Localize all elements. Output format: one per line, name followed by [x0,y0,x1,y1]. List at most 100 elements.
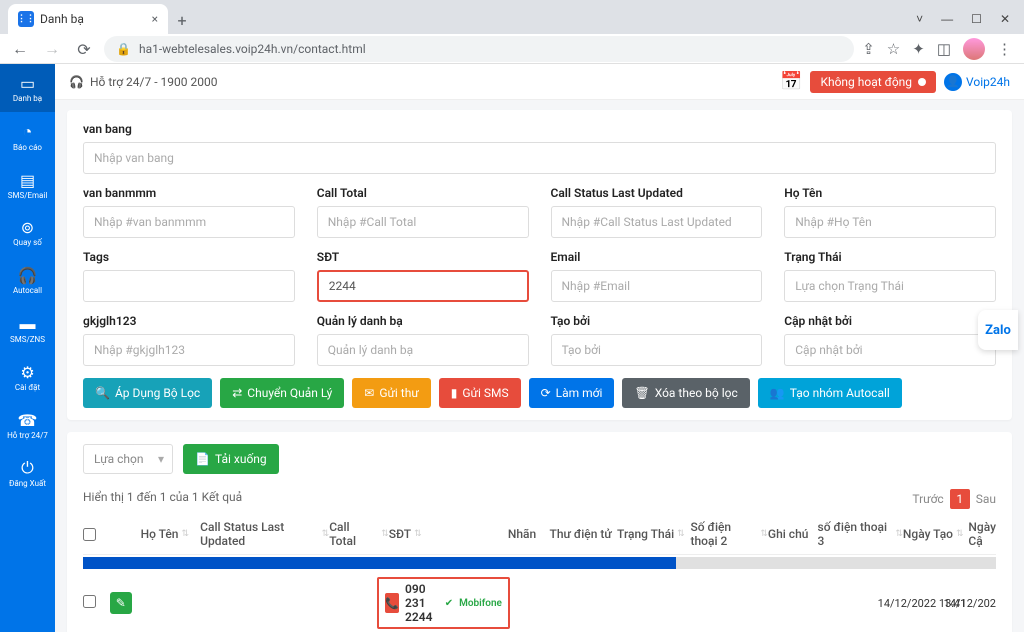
delete-filter-button[interactable]: 🗑Xóa theo bộ lọc [622,378,749,408]
apply-filter-button[interactable]: 🔍Áp Dụng Bộ Lọc [83,378,212,408]
user-chip[interactable]: 👤 Voip24h [944,73,1010,91]
panel-icon[interactable]: ◫ [937,40,951,58]
new-tab-button[interactable]: + [168,6,196,34]
ngay-cap-value: 14/12/202 [944,597,996,610]
filter-card: van bang van banmmm Call Total Call Stat… [67,110,1012,420]
trang-thai-input[interactable] [784,270,996,302]
change-manager-button[interactable]: ⇄Chuyển Quản Lý [220,378,344,408]
app: ▭ Danh bạ ◔ Báo cáo ▤ SMS/Email ⊚ Quay s… [0,64,1024,632]
sort-icon[interactable]: ⇅ [381,529,389,539]
calendar-icon[interactable]: 📅 [780,71,802,92]
url-box[interactable]: 🔒 ha1-webtelesales.voip24h.vn/contact.ht… [104,36,854,62]
table-row: ✎ 📞 090 231 2244 ✔ Mobifone [83,569,996,632]
ho-ten-label: Họ Tên [784,186,996,200]
sidebar-item-smsemail[interactable]: ▤ SMS/Email [0,161,55,209]
dial-icon: ⊚ [2,218,53,237]
sort-icon[interactable]: ⇅ [181,529,189,539]
url-text: ha1-webtelesales.voip24h.vn/contact.html [139,42,366,56]
results-info-top: Hiển thị 1 đến 1 của 1 Kết quả [83,490,242,504]
menu-icon[interactable]: ⋮ [997,40,1012,58]
email-label: Email [551,250,763,264]
ho-ten-input[interactable] [784,206,996,238]
taoboi-input[interactable] [551,334,763,366]
gkj-input[interactable] [83,334,295,366]
zalo-float-button[interactable]: Zalo [978,310,1018,350]
page-number[interactable]: 1 [950,489,970,509]
gkj-label: gkjglh123 [83,314,295,328]
close-tab-icon[interactable]: × [152,12,158,26]
sort-icon[interactable]: ⇅ [956,529,964,539]
van-banmmm-input[interactable] [83,206,295,238]
sort-icon[interactable]: ⇅ [760,529,768,539]
email-input[interactable] [551,270,763,302]
create-autocall-button[interactable]: 👥Tạo nhóm Autocall [758,378,902,408]
call-total-input[interactable] [317,206,529,238]
next-page[interactable]: Sau [976,492,996,506]
sort-icon[interactable]: ⇅ [895,529,903,539]
capnhat-input[interactable] [784,334,996,366]
sort-icon[interactable]: ⇅ [322,529,330,539]
profile-avatar[interactable] [963,38,985,60]
phone-icon: 📞 [385,593,399,613]
carrier-label: Mobifone [459,598,502,609]
quanly-input[interactable] [317,334,529,366]
refresh-button[interactable]: ⟳Làm mới [529,378,615,408]
minimize-icon[interactable]: — [941,12,953,26]
pagination-top: Trước 1 Sau [912,489,996,509]
headset-icon: 🎧 [69,75,84,89]
row-checkbox[interactable] [83,595,96,608]
call-total-label: Call Total [317,186,529,200]
extensions-icon[interactable]: ✦ [912,40,925,58]
forward-icon[interactable]: → [40,39,64,59]
select-all-checkbox[interactable] [83,528,96,541]
address-bar: ← → ⟳ 🔒 ha1-webtelesales.voip24h.vn/cont… [0,34,1024,64]
search-icon: 🔍 [95,386,110,400]
phone-number: 090 231 2244 [405,582,439,624]
download-icon: 📄 [195,452,210,466]
sdt-input[interactable] [317,270,529,302]
phone-cell[interactable]: 📞 090 231 2244 ✔ Mobifone [377,577,510,629]
sidebar-item-dangxuat[interactable]: ⏻ Đăng Xuất [0,448,55,497]
sidebar-item-quayso[interactable]: ⊚ Quay số [0,208,55,256]
check-icon: ✔ [445,598,453,609]
scroll-thumb[interactable] [83,557,676,569]
send-sms-button[interactable]: ▮Gửi SMS [439,378,521,408]
browser-tab[interactable]: ⋮⋮ Danh bạ × [8,4,168,34]
prev-page[interactable]: Trước [912,492,943,506]
share-icon[interactable]: ⇪ [862,40,875,58]
option-select[interactable]: Lựa chọn [83,444,173,474]
autocall-icon: 🎧 [2,266,53,285]
star-icon[interactable]: ☆ [887,40,900,58]
status-badge[interactable]: Không hoạt động [810,71,936,93]
chevron-down-icon[interactable]: ˅ [916,12,923,26]
browser-chrome: ⋮⋮ Danh bạ × + ˅ — ☐ ✕ ← → ⟳ 🔒 ha1-webte… [0,0,1024,64]
gear-icon: ⚙ [2,363,53,382]
sidebar-item-smszns[interactable]: ▬ SMS/ZNS [0,304,55,353]
tab-title: Danh bạ [40,12,84,26]
sidebar-item-baocao[interactable]: ◔ Báo cáo [0,112,55,161]
send-mail-button[interactable]: ✉Gửi thư [352,378,431,408]
reload-icon[interactable]: ⟳ [72,40,96,59]
sidebar-item-hotro[interactable]: ☎ Hỗ trợ 24/7 [0,401,55,449]
trang-thai-label: Trạng Thái [784,250,996,264]
tags-input[interactable] [83,270,295,302]
quanly-label: Quản lý danh bạ [317,314,529,328]
sort-icon[interactable]: ⇅ [677,529,685,539]
sidebar-item-danhba[interactable]: ▭ Danh bạ [0,64,55,112]
back-icon[interactable]: ← [8,39,32,59]
sort-icon[interactable]: ⇅ [414,529,422,539]
close-window-icon[interactable]: ✕ [1000,12,1010,26]
scroll-bar[interactable] [83,557,996,569]
edit-row-button[interactable]: ✎ [110,592,132,614]
van-bang-input[interactable] [83,142,996,174]
transfer-icon: ⇄ [232,386,242,400]
sidebar-item-autocall[interactable]: 🎧 Autocall [0,256,55,304]
maximize-icon[interactable]: ☐ [971,12,982,26]
window-controls: ˅ — ☐ ✕ [916,12,1024,34]
sidebar-item-caidat[interactable]: ⚙ Cài đặt [0,353,55,401]
trash-icon: 🗑 [634,386,649,400]
chat-icon: ▬ [2,314,53,334]
favicon: ⋮⋮ [18,11,34,27]
download-button[interactable]: 📄Tải xuống [183,444,279,474]
call-status-input[interactable] [551,206,763,238]
